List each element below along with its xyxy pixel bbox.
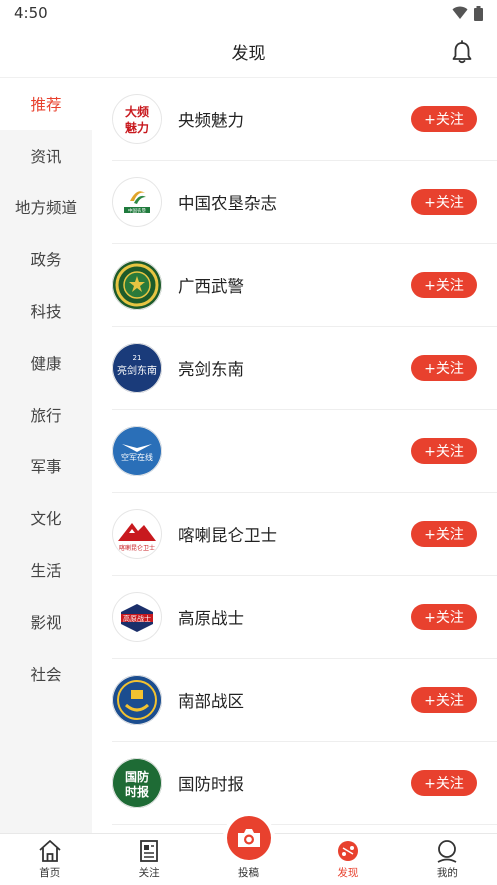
bell-icon[interactable] — [451, 40, 473, 64]
sidebar-item-label: 政务 — [30, 251, 62, 270]
status-time: 4:50 — [14, 4, 48, 22]
svg-text:魅力: 魅力 — [125, 120, 149, 135]
discover-icon — [337, 841, 358, 861]
submit-camera-button[interactable] — [227, 816, 271, 860]
channel-logo — [112, 260, 162, 310]
channel-logo: 国防 时报 — [112, 758, 162, 808]
tab-label: 发现 — [337, 867, 359, 879]
channel-logo: 21 亮剑东南 — [112, 343, 162, 393]
follow-button[interactable]: +关注 — [411, 272, 477, 298]
svg-text:时报: 时报 — [125, 784, 149, 799]
channel-name: 喀喇昆仑卫士 — [178, 526, 277, 545]
list-item[interactable]: 空军在线 +关注 — [112, 410, 497, 493]
tab-label: 首页 — [39, 867, 61, 879]
logo-text: 大频 — [125, 104, 149, 119]
follow-button[interactable]: +关注 — [411, 438, 477, 464]
tab-discover[interactable]: 发现 — [298, 834, 397, 885]
channel-logo: 喀喇昆仑卫士 — [112, 509, 162, 559]
tab-following[interactable]: 关注 — [99, 834, 198, 885]
document-icon — [140, 840, 159, 862]
sidebar-item-label: 影视 — [30, 613, 62, 632]
page-title: 发现 — [231, 44, 266, 64]
list-item[interactable]: 高原战士 高原战士 +关注 — [112, 576, 497, 659]
battery-icon — [474, 5, 483, 21]
header: 发现 — [0, 26, 497, 78]
sidebar-item-news[interactable]: 资讯 — [0, 130, 92, 182]
channel-name: 亮剑东南 — [178, 360, 244, 379]
sidebar-item-government[interactable]: 政务 — [0, 233, 92, 285]
follow-button[interactable]: +关注 — [411, 106, 477, 132]
follow-button[interactable]: +关注 — [411, 687, 477, 713]
list-item[interactable]: 大频 魅力 央频魅力 +关注 — [112, 78, 497, 161]
sidebar-item-label: 健康 — [30, 354, 62, 373]
sidebar-item-label: 文化 — [30, 510, 62, 529]
tab-mine[interactable]: 我的 — [398, 834, 497, 885]
channel-name: 广西武警 — [178, 277, 244, 296]
list-item[interactable]: 21 亮剑东南 亮剑东南 +关注 — [112, 327, 497, 410]
sidebar-item-film[interactable]: 影视 — [0, 596, 92, 648]
channel-name: 南部战区 — [178, 692, 244, 711]
follow-button[interactable]: +关注 — [411, 521, 477, 547]
channel-name: 央频魅力 — [178, 111, 244, 130]
list-item[interactable]: 南部战区 +关注 — [112, 659, 497, 742]
tab-home[interactable]: 首页 — [0, 834, 99, 885]
list-item[interactable]: 广西武警 +关注 — [112, 244, 497, 327]
status-icons — [452, 5, 483, 21]
tab-label: 我的 — [436, 867, 458, 879]
sidebar-item-local[interactable]: 地方频道 — [0, 182, 92, 234]
sidebar-item-health[interactable]: 健康 — [0, 337, 92, 389]
sidebar-item-life[interactable]: 生活 — [0, 544, 92, 596]
follow-button[interactable]: +关注 — [411, 604, 477, 630]
user-icon — [437, 840, 457, 863]
channel-logo: 大频 魅力 — [112, 94, 162, 144]
sidebar-item-label: 地方频道 — [14, 199, 77, 218]
sidebar-item-label: 军事 — [30, 458, 62, 477]
sidebar-item-tech[interactable]: 科技 — [0, 285, 92, 337]
tab-label: 投稿 — [238, 867, 260, 879]
list-item[interactable]: 喀喇昆仑卫士 喀喇昆仑卫士 +关注 — [112, 493, 497, 576]
sidebar-item-label: 科技 — [30, 303, 62, 322]
sidebar-item-label: 生活 — [30, 562, 62, 581]
home-icon — [39, 840, 61, 862]
list-item[interactable]: 国防 时报 国防时报 +关注 — [112, 742, 497, 825]
tab-label: 关注 — [138, 867, 160, 879]
follow-button[interactable]: +关注 — [411, 770, 477, 796]
svg-text:中国农垦: 中国农垦 — [128, 207, 146, 214]
sidebar-item-recommend[interactable]: 推荐 — [0, 78, 92, 130]
channel-name: 国防时报 — [178, 775, 244, 794]
sidebar-item-label: 推荐 — [30, 95, 62, 114]
channel-logo: 中国农垦 — [112, 177, 162, 227]
follow-button[interactable]: +关注 — [411, 355, 477, 381]
svg-text:国防: 国防 — [125, 769, 149, 784]
sidebar-item-culture[interactable]: 文化 — [0, 492, 92, 544]
camera-icon — [238, 829, 260, 847]
channel-name: 中国农垦杂志 — [178, 194, 277, 213]
svg-text:空军在线: 空军在线 — [121, 452, 153, 462]
svg-text:高原战士: 高原战士 — [123, 614, 151, 623]
sidebar-item-military[interactable]: 军事 — [0, 441, 92, 493]
channel-logo: 空军在线 — [112, 426, 162, 476]
category-sidebar: 推荐 资讯 地方频道 政务 科技 健康 旅行 军事 文化 生活 影视 社会 — [0, 78, 92, 833]
wifi-icon — [452, 6, 468, 19]
list-item[interactable]: 中国农垦 中国农垦杂志 +关注 — [112, 161, 497, 244]
channel-logo: 高原战士 — [112, 592, 162, 642]
svg-text:21: 21 — [133, 354, 142, 362]
channel-list: 大频 魅力 央频魅力 +关注 中国农垦 中国农垦杂志 +关注 广西武警 +关注 … — [112, 78, 497, 833]
follow-button[interactable]: +关注 — [411, 189, 477, 215]
sidebar-item-label: 资讯 — [30, 147, 62, 166]
channel-logo — [112, 675, 162, 725]
sidebar-item-society[interactable]: 社会 — [0, 648, 92, 700]
svg-text:喀喇昆仑卫士: 喀喇昆仑卫士 — [119, 544, 155, 552]
channel-name: 高原战士 — [178, 609, 244, 628]
sidebar-item-label: 社会 — [30, 665, 62, 684]
svg-text:亮剑东南: 亮剑东南 — [117, 364, 157, 377]
sidebar-item-label: 旅行 — [30, 406, 62, 425]
sidebar-item-travel[interactable]: 旅行 — [0, 389, 92, 441]
status-bar: 4:50 — [0, 0, 497, 26]
